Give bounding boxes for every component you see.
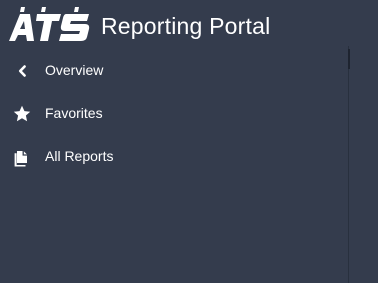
sidebar-item-label: All Reports (45, 148, 114, 164)
sidebar-item-label: Favorites (45, 105, 103, 121)
reporting-portal-app: Reporting Portal Overview Favorites All … (0, 0, 378, 283)
ats-logo (9, 7, 93, 41)
sidebar-nav: Overview Favorites All Reports (0, 53, 340, 182)
sidebar-item-label: Overview (45, 62, 104, 78)
star-icon (12, 104, 32, 124)
sidebar-item-favorites[interactable]: Favorites (0, 96, 340, 132)
header: Reporting Portal (0, 0, 378, 46)
sidebar-item-all-reports[interactable]: All Reports (0, 139, 340, 175)
chevron-left-icon (12, 61, 32, 81)
content-divider (348, 46, 349, 283)
scrollbar-thumb[interactable] (348, 49, 350, 69)
sidebar-item-overview[interactable]: Overview (0, 53, 340, 89)
portal-title: Reporting Portal (101, 13, 271, 39)
copy-documents-icon (12, 147, 32, 167)
